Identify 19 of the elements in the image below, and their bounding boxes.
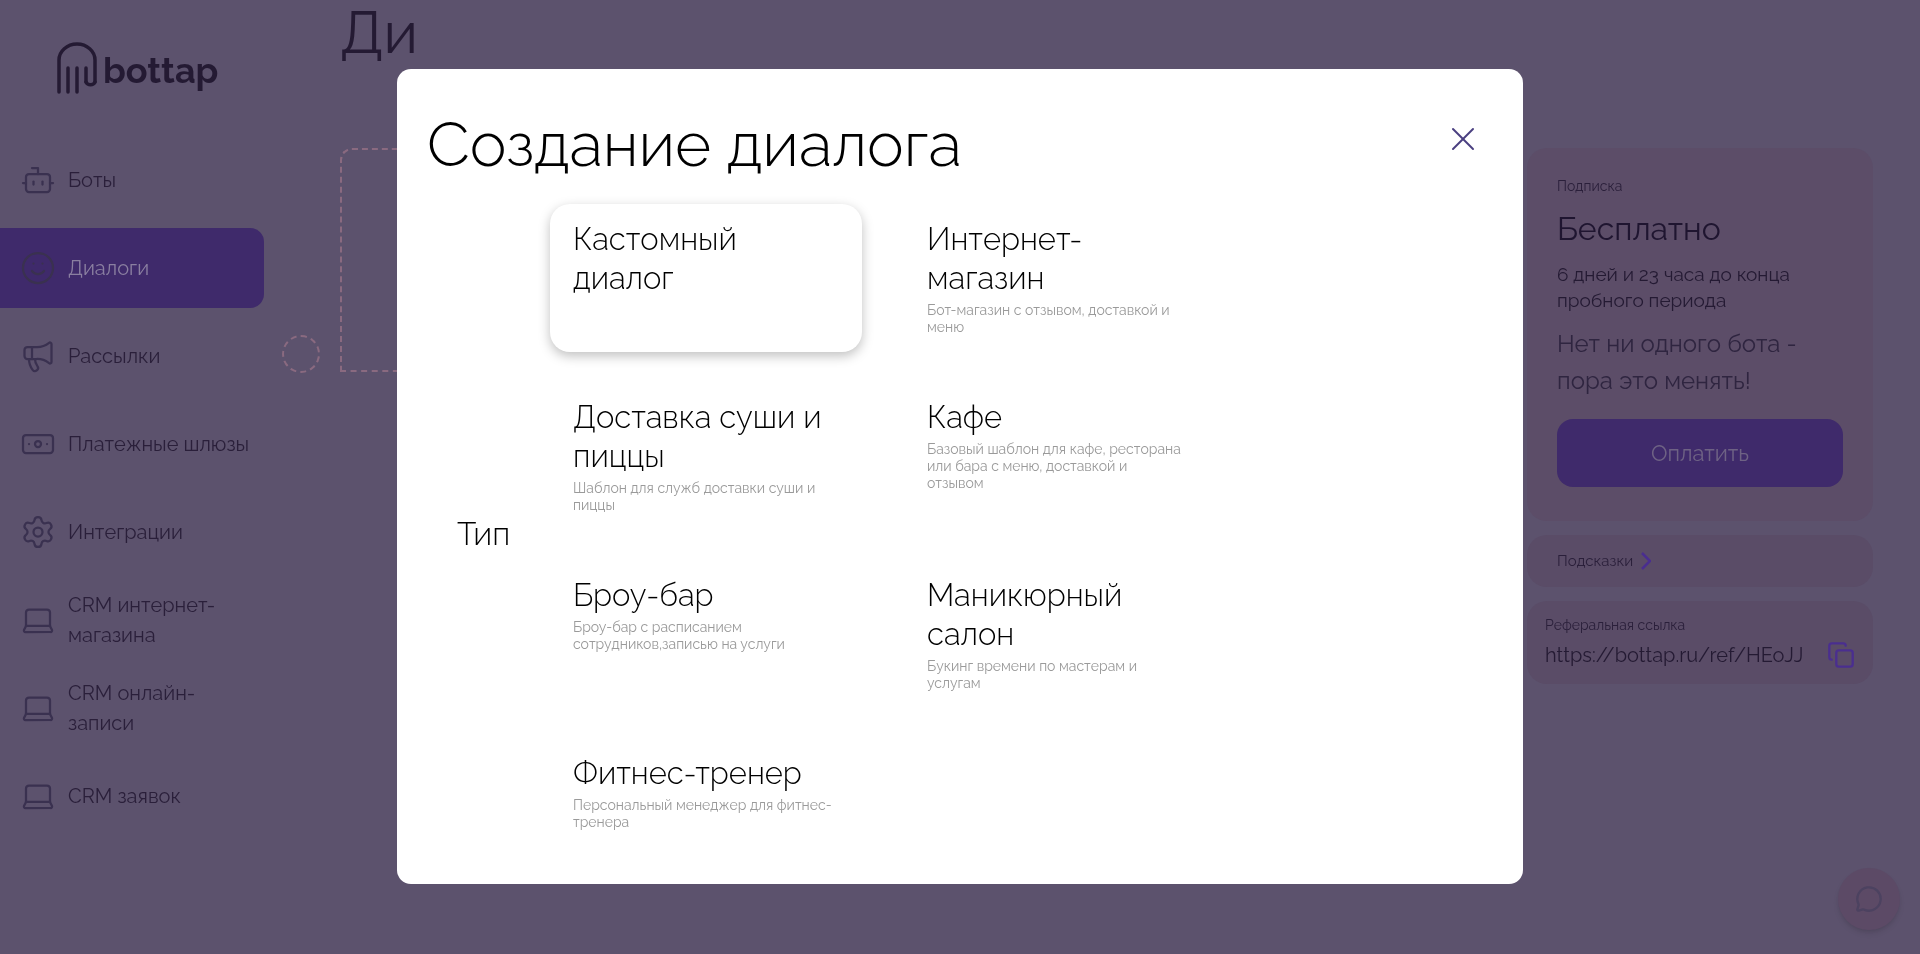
template-option[interactable]: Кафе Базовый шаблон для кафе, ресторана или бара с меню, доставкой и отзывом <box>904 381 1204 530</box>
template-option[interactable]: Доставка суши и пиццы Шаблон для служб доставки суши и пиццы <box>550 381 862 530</box>
horn-icon <box>20 338 56 374</box>
page-title: Ди <box>340 4 418 62</box>
template-option[interactable]: Маникюрный салон Букинг времени по мастерам и услугам <box>904 559 1204 708</box>
template-option[interactable]: Кастомный диалог <box>550 203 862 352</box>
copy-icon[interactable] <box>1827 641 1855 669</box>
template-option[interactable]: Броу-бар Броу-бар с расписанием сотрудников,записью на услуги <box>550 559 862 708</box>
gear-icon <box>20 514 56 550</box>
type-label: Тип <box>456 513 512 554</box>
trial-text: 6 дней и 23 часа до конца пробного периода <box>1557 262 1791 313</box>
template-option[interactable]: Интернет-магазин Бот-магазин с отзывом, доставкой и меню <box>904 203 1204 352</box>
template-option[interactable]: Фитнес-тренер Персональный менеджер для фитнес-тренера <box>550 737 862 850</box>
pay-button[interactable]: Оплатить <box>1557 419 1843 487</box>
chevron-right-icon <box>1641 552 1652 570</box>
plan-name: Бесплатно <box>1557 209 1722 249</box>
sidebar-item[interactable]: Диалоги <box>0 228 264 308</box>
modal-title: Создание диалога <box>427 107 962 183</box>
face-icon <box>20 250 56 286</box>
